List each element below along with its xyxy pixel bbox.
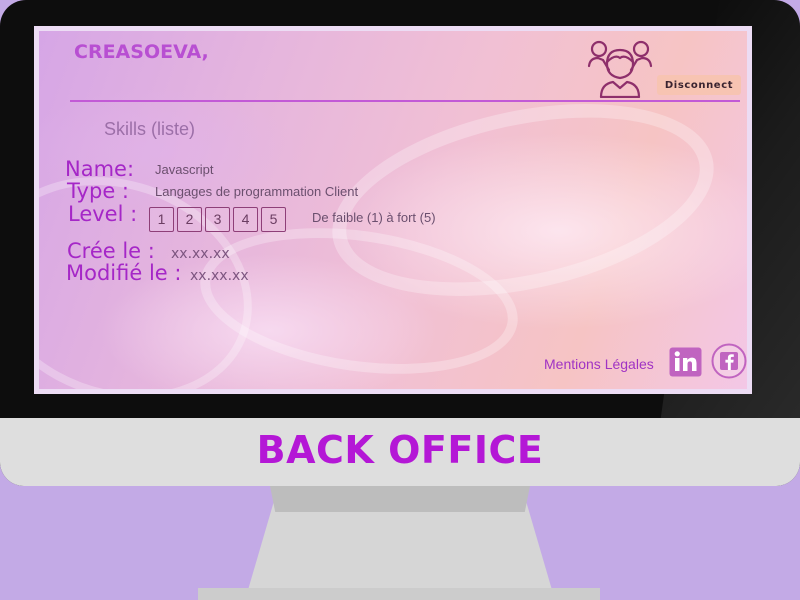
name-value: Javascript [155,162,214,177]
screen: CREASOEVA, Disconnect Skills (liste) Nam… [34,26,752,394]
created-label: Crée le : [67,239,155,263]
screen-content: CREASOEVA, Disconnect Skills (liste) Nam… [39,31,747,389]
linkedin-icon[interactable] [669,347,702,377]
created-value: xx.xx.xx [171,246,230,262]
type-label: Type : [67,179,129,203]
section-title: Skills (liste) [104,119,196,139]
monitor-stand-shadow [270,486,530,512]
modified-value: xx.xx.xx [190,268,249,284]
facebook-icon[interactable] [711,343,747,379]
disconnect-button[interactable]: Disconnect [657,75,741,95]
level-option-5[interactable]: 5 [261,207,286,232]
brand-title: CREASOEVA, [74,41,209,63]
type-value: Langages de programmation Client [155,184,359,199]
level-option-4[interactable]: 4 [233,207,258,232]
level-option-2[interactable]: 2 [177,207,202,232]
users-icon [587,40,653,98]
monitor-base [198,588,600,600]
level-label: Level : [68,202,138,226]
name-label: Name: [65,157,135,181]
level-option-3[interactable]: 3 [205,207,230,232]
legal-mentions-link[interactable]: Mentions Légales [544,356,654,372]
back-office-caption: BACK OFFICE [256,428,544,472]
level-option-1[interactable]: 1 [149,207,174,232]
modified-label: Modifié le : [66,261,182,285]
header-divider [70,100,740,102]
level-hint: De faible (1) à fort (5) [312,210,436,225]
